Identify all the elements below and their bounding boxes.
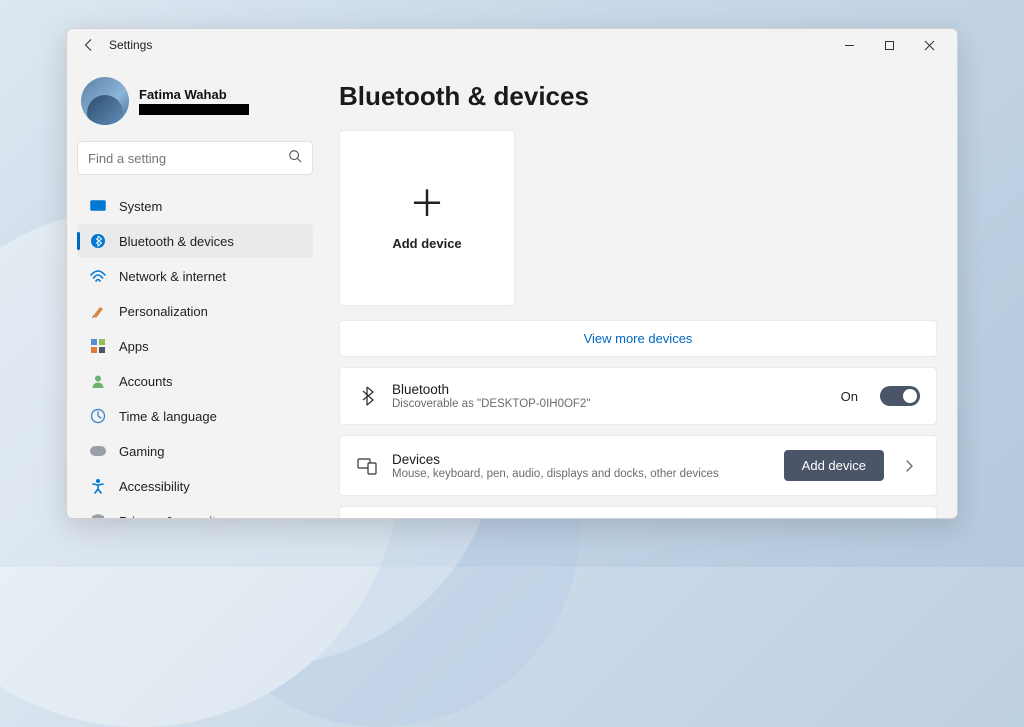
settings-window: Settings Fatima Wahab bbox=[66, 28, 958, 519]
bluetooth-title: Bluetooth bbox=[392, 382, 827, 397]
content-area: Fatima Wahab System Bluetooth & devices bbox=[67, 61, 957, 518]
sidebar-item-label: Accessibility bbox=[119, 479, 190, 494]
sidebar-item-bluetooth[interactable]: Bluetooth & devices bbox=[77, 224, 313, 258]
main-panel: Bluetooth & devices ＋ Add device View mo… bbox=[323, 61, 957, 518]
devices-title: Devices bbox=[392, 452, 770, 467]
add-device-tile[interactable]: ＋ Add device bbox=[339, 130, 515, 306]
maximize-button[interactable] bbox=[869, 31, 909, 59]
search-box[interactable] bbox=[77, 141, 313, 175]
bluetooth-icon bbox=[89, 232, 107, 250]
sidebar-item-personalization[interactable]: Personalization bbox=[77, 294, 313, 328]
privacy-icon bbox=[89, 512, 107, 518]
view-more-devices-label: View more devices bbox=[584, 331, 693, 346]
sidebar-item-gaming[interactable]: Gaming bbox=[77, 434, 313, 468]
sidebar-item-apps[interactable]: Apps bbox=[77, 329, 313, 363]
accessibility-icon bbox=[89, 477, 107, 495]
plus-icon: ＋ bbox=[409, 186, 445, 222]
chevron-right-icon bbox=[898, 459, 920, 473]
search-icon bbox=[288, 149, 302, 168]
profile-text: Fatima Wahab bbox=[139, 87, 249, 116]
devices-subtitle: Mouse, keyboard, pen, audio, displays an… bbox=[392, 468, 770, 480]
add-device-tile-label: Add device bbox=[392, 236, 461, 251]
sidebar-item-privacy[interactable]: Privacy & security bbox=[77, 504, 313, 518]
sidebar-item-system[interactable]: System bbox=[77, 189, 313, 223]
bluetooth-subtitle: Discoverable as "DESKTOP-0IH0OF2" bbox=[392, 398, 827, 410]
network-icon bbox=[89, 267, 107, 285]
sidebar-item-label: System bbox=[119, 199, 162, 214]
sidebar-item-network[interactable]: Network & internet bbox=[77, 259, 313, 293]
profile-name: Fatima Wahab bbox=[139, 87, 249, 103]
avatar bbox=[81, 77, 129, 125]
add-device-button[interactable]: Add device bbox=[784, 450, 884, 481]
sidebar-item-label: Personalization bbox=[119, 304, 208, 319]
profile-email-redacted bbox=[139, 104, 249, 115]
sidebar-item-label: Privacy & security bbox=[119, 514, 222, 519]
sidebar: Fatima Wahab System Bluetooth & devices bbox=[67, 61, 323, 518]
sidebar-item-accessibility[interactable]: Accessibility bbox=[77, 469, 313, 503]
bluetooth-card[interactable]: Bluetooth Discoverable as "DESKTOP-0IH0O… bbox=[339, 367, 937, 425]
gaming-icon bbox=[89, 442, 107, 460]
window-controls bbox=[829, 31, 949, 59]
back-button[interactable] bbox=[75, 31, 103, 59]
minimize-button[interactable] bbox=[829, 31, 869, 59]
window-title: Settings bbox=[109, 38, 152, 52]
sidebar-item-label: Gaming bbox=[119, 444, 165, 459]
sidebar-item-label: Bluetooth & devices bbox=[119, 234, 234, 249]
bluetooth-toggle-label: On bbox=[841, 389, 858, 404]
nav-list: System Bluetooth & devices Network & int… bbox=[77, 189, 313, 518]
bluetooth-toggle[interactable] bbox=[880, 386, 920, 406]
devices-text: Devices Mouse, keyboard, pen, audio, dis… bbox=[392, 452, 770, 480]
sidebar-item-accounts[interactable]: Accounts bbox=[77, 364, 313, 398]
page-heading: Bluetooth & devices bbox=[339, 81, 937, 112]
sidebar-item-label: Apps bbox=[119, 339, 149, 354]
sidebar-item-label: Time & language bbox=[119, 409, 217, 424]
printers-card[interactable]: Printers & scanners Preferences, trouble… bbox=[339, 506, 937, 518]
bluetooth-text: Bluetooth Discoverable as "DESKTOP-0IH0O… bbox=[392, 382, 827, 410]
devices-icon bbox=[356, 455, 378, 477]
bluetooth-icon bbox=[356, 385, 378, 407]
profile[interactable]: Fatima Wahab bbox=[77, 73, 313, 141]
system-icon bbox=[89, 197, 107, 215]
personalization-icon bbox=[89, 302, 107, 320]
accounts-icon bbox=[89, 372, 107, 390]
sidebar-item-label: Accounts bbox=[119, 374, 172, 389]
search-input[interactable] bbox=[88, 151, 288, 166]
titlebar: Settings bbox=[67, 29, 957, 61]
sidebar-item-time-language[interactable]: Time & language bbox=[77, 399, 313, 433]
apps-icon bbox=[89, 337, 107, 355]
close-button[interactable] bbox=[909, 31, 949, 59]
view-more-devices-link[interactable]: View more devices bbox=[339, 320, 937, 357]
time-language-icon bbox=[89, 407, 107, 425]
devices-card[interactable]: Devices Mouse, keyboard, pen, audio, dis… bbox=[339, 435, 937, 496]
sidebar-item-label: Network & internet bbox=[119, 269, 226, 284]
